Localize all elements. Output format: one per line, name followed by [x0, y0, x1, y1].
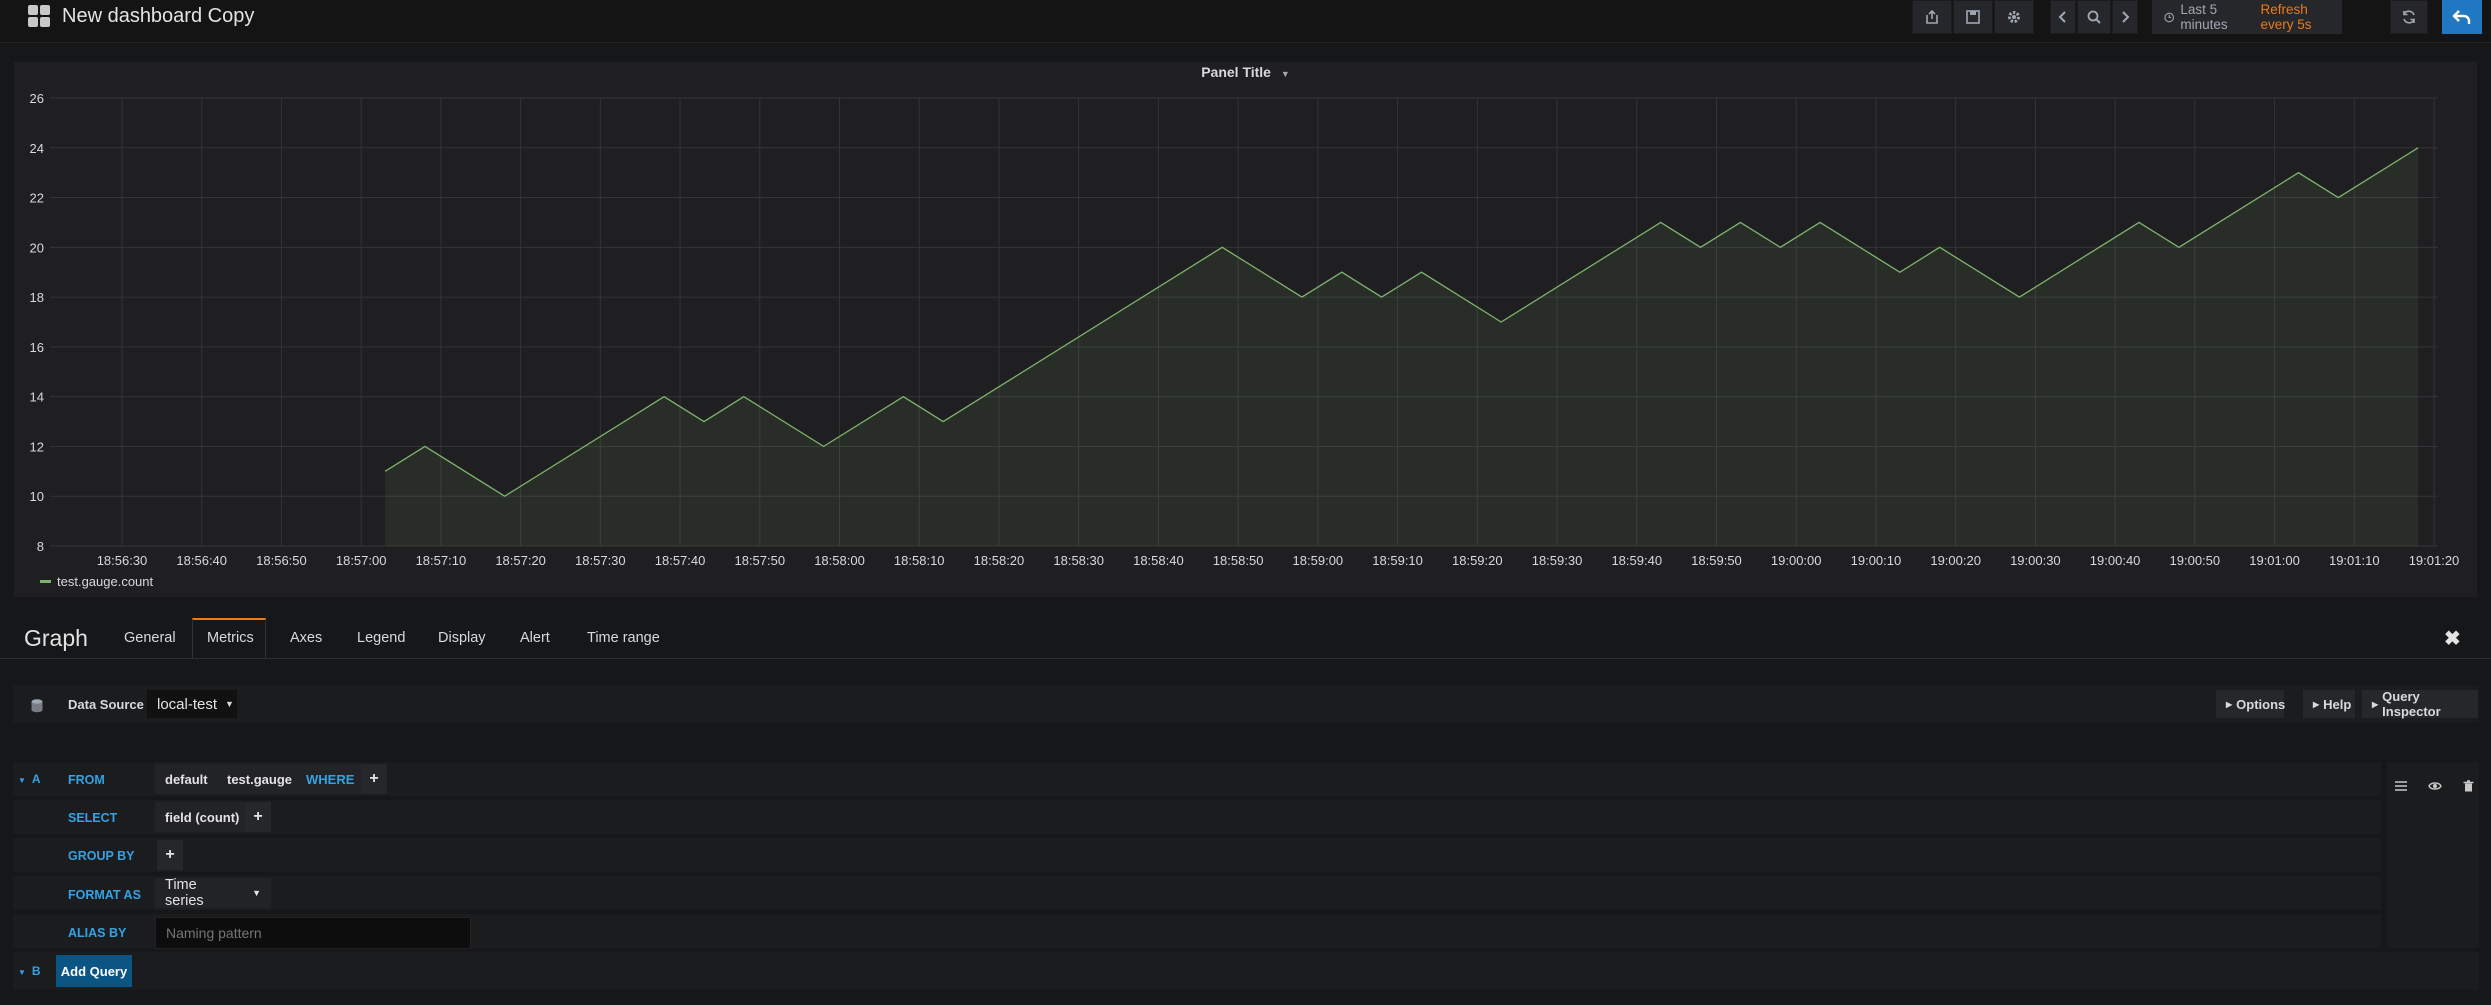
x-tick-label: 18:59:50	[1691, 553, 1742, 568]
where-keyword[interactable]: WHERE	[296, 764, 365, 794]
x-tick-label: 19:00:30	[2010, 553, 2061, 568]
x-tick-label: 18:58:10	[894, 553, 945, 568]
y-tick-label: 18	[30, 290, 44, 305]
x-tick-label: 18:57:30	[575, 553, 626, 568]
tab-strip-divider	[0, 658, 2491, 659]
query-inspector-button[interactable]: ▶ Query Inspector	[2362, 689, 2478, 719]
x-tick-label: 18:58:30	[1053, 553, 1104, 568]
caret-right-icon: ▶	[2313, 699, 2320, 709]
alias-by-input[interactable]	[155, 917, 471, 949]
x-tick-label: 19:01:00	[2249, 553, 2300, 568]
tab-axes[interactable]: Axes	[290, 630, 322, 646]
select-field-segment[interactable]: field (count)	[155, 802, 250, 832]
eye-icon[interactable]	[2420, 771, 2450, 801]
y-tick-label: 10	[30, 489, 44, 504]
y-tick-label: 26	[30, 91, 44, 106]
chart-legend[interactable]: test.gauge.count	[40, 574, 153, 589]
retention-policy-segment[interactable]: default	[155, 764, 218, 794]
add-query-button[interactable]: Add Query	[56, 955, 132, 987]
x-tick-label: 18:57:10	[416, 553, 467, 568]
tab-general[interactable]: General	[124, 630, 176, 646]
x-tick-label: 19:00:40	[2090, 553, 2141, 568]
x-tick-label: 19:00:20	[1930, 553, 1981, 568]
alias-by-keyword: ALIAS BY	[68, 926, 127, 940]
tab-time-range[interactable]: Time range	[587, 630, 660, 646]
x-tick-label: 18:57:20	[495, 553, 546, 568]
y-tick-label: 16	[30, 340, 44, 355]
caret-right-icon: ▶	[2372, 699, 2379, 709]
database-icon	[24, 694, 50, 718]
trash-icon[interactable]	[2453, 771, 2483, 801]
measurement-segment[interactable]: test.gauge	[217, 764, 303, 794]
x-tick-label: 19:01:20	[2409, 553, 2460, 568]
x-tick-label: 19:01:10	[2329, 553, 2380, 568]
x-tick-label: 19:00:10	[1851, 553, 1902, 568]
add-select-icon[interactable]: +	[245, 802, 271, 832]
caret-down-icon: ▼	[18, 776, 26, 785]
caret-down-icon: ▼	[225, 699, 234, 709]
hamburger-menu-icon[interactable]	[2386, 771, 2416, 801]
query-a-toggle[interactable]: ▼ A	[18, 772, 41, 786]
datasource-label: Data Source	[68, 697, 144, 712]
select-keyword: SELECT	[68, 811, 118, 825]
x-tick-label: 18:59:20	[1452, 553, 1503, 568]
help-label: Help	[2323, 696, 2352, 712]
y-tick-label: 14	[30, 390, 44, 405]
tab-metrics[interactable]: Metrics	[207, 630, 254, 646]
format-as-keyword: FORMAT AS	[68, 888, 141, 902]
datasource-value: local-test	[157, 695, 218, 713]
query-letter: B	[31, 964, 41, 978]
legend-swatch	[40, 580, 51, 583]
x-tick-label: 18:59:10	[1372, 553, 1423, 568]
datasource-select[interactable]: local-test ▼	[147, 690, 237, 718]
query-b-toggle[interactable]: ▼ B	[18, 964, 41, 978]
datasource-row	[13, 686, 2479, 722]
caret-right-icon: ▶	[2226, 699, 2233, 709]
add-group-by-icon[interactable]: +	[157, 840, 183, 870]
tab-legend[interactable]: Legend	[357, 630, 405, 646]
close-icon[interactable]: ✖	[2444, 626, 2461, 651]
x-tick-label: 18:56:30	[97, 553, 148, 568]
y-tick-label: 20	[30, 240, 44, 255]
x-tick-label: 18:57:00	[336, 553, 387, 568]
query-row-b	[13, 952, 2479, 990]
x-tick-label: 18:58:20	[974, 553, 1025, 568]
query-row-select	[13, 800, 2381, 834]
editor-title: Graph	[24, 625, 88, 651]
y-tick-label: 8	[37, 539, 44, 554]
x-tick-label: 18:59:40	[1611, 553, 1662, 568]
options-label: Options	[2236, 696, 2286, 712]
tab-alert[interactable]: Alert	[520, 630, 550, 646]
caret-down-icon: ▼	[252, 888, 261, 898]
x-tick-label: 18:58:00	[814, 553, 865, 568]
legend-series-name: test.gauge.count	[57, 574, 154, 589]
tab-display[interactable]: Display	[438, 630, 486, 646]
group-by-keyword: GROUP BY	[68, 849, 135, 863]
x-tick-label: 18:57:50	[734, 553, 785, 568]
format-as-select[interactable]: Time series ▼	[155, 877, 271, 909]
x-tick-label: 18:57:40	[655, 553, 706, 568]
x-tick-label: 18:58:40	[1133, 553, 1184, 568]
x-tick-label: 18:56:40	[176, 553, 227, 568]
x-tick-label: 18:58:50	[1213, 553, 1264, 568]
x-tick-label: 18:59:00	[1293, 553, 1344, 568]
help-button[interactable]: ▶ Help	[2303, 690, 2355, 718]
query-inspector-label: Query Inspector	[2382, 689, 2441, 719]
add-where-icon[interactable]: +	[361, 764, 387, 794]
y-tick-label: 22	[30, 191, 44, 206]
y-tick-label: 12	[30, 439, 44, 454]
x-tick-label: 18:59:30	[1532, 553, 1583, 568]
x-tick-label: 19:00:50	[2170, 553, 2221, 568]
from-keyword: FROM	[68, 773, 105, 787]
options-button[interactable]: ▶ Options	[2216, 690, 2286, 718]
query-row-format-as	[13, 876, 2381, 910]
query-letter: A	[31, 772, 41, 786]
format-as-value: Time series	[165, 877, 204, 909]
graph-chart[interactable]: 8 10 12 14 16 18 20 22 24 26 18:56:30 18:56:40 18:56…	[0, 0, 2491, 600]
y-tick-label: 24	[30, 141, 44, 156]
x-tick-label: 18:56:50	[256, 553, 307, 568]
x-tick-label: 19:00:00	[1771, 553, 1822, 568]
caret-down-icon: ▼	[18, 968, 26, 977]
query-row-group-by	[13, 838, 2381, 872]
